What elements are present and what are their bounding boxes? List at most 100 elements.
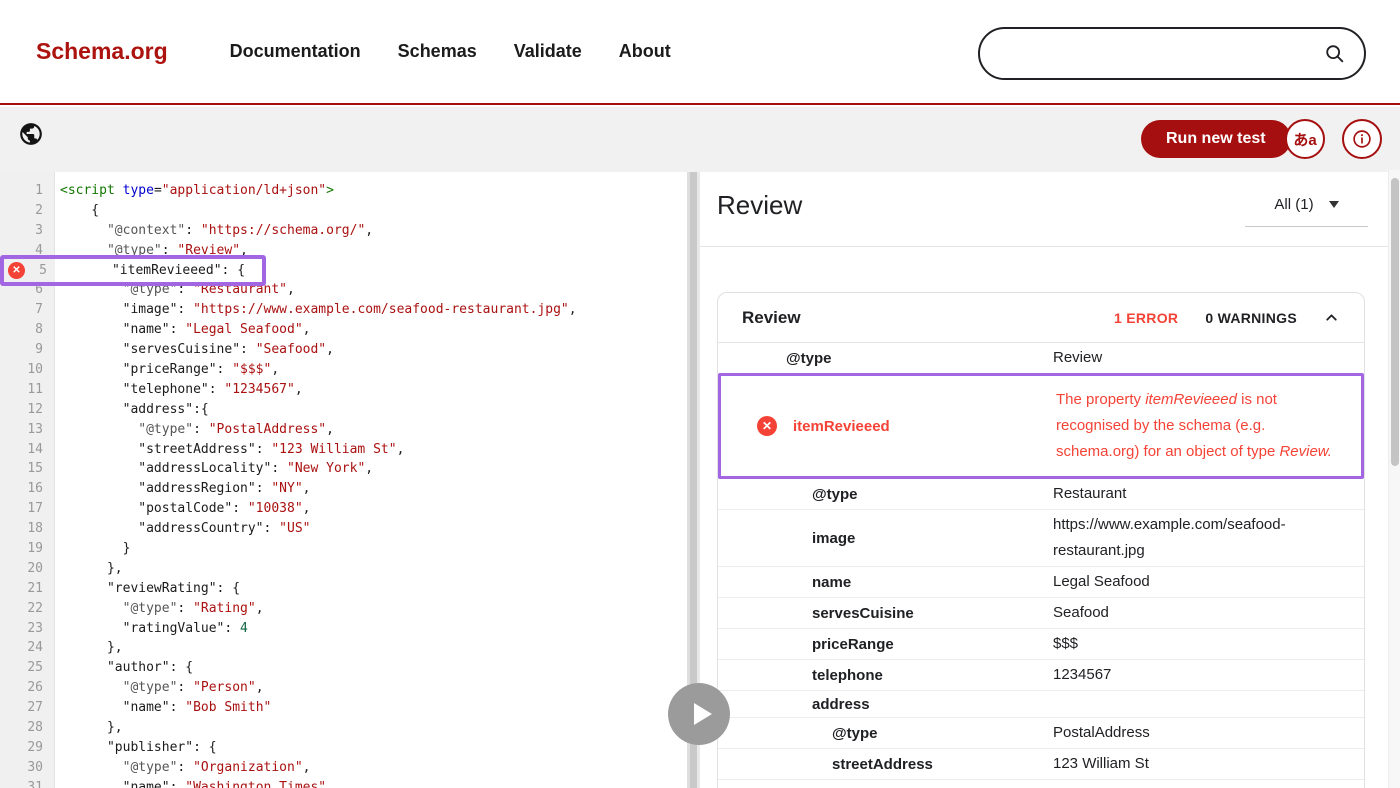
- code-line[interactable]: 1<script type="application/ld+json">: [0, 181, 687, 201]
- code-line[interactable]: 18 "addressCountry": "US": [0, 519, 687, 539]
- code-line[interactable]: 31 "name": "Washington Times": [0, 778, 687, 788]
- result-row: @typePostalAddress: [718, 717, 1364, 748]
- line-content: "name": "Bob Smith": [55, 698, 271, 718]
- line-content: "postalCode": "10038",: [55, 499, 310, 519]
- schema-org-logo[interactable]: Schema.org: [36, 38, 168, 65]
- schema-validator-screen: Schema.org Documentation Schemas Validat…: [0, 0, 1400, 788]
- collapse-card-button[interactable]: [1323, 309, 1340, 326]
- line-content: "@context": "https://schema.org/",: [55, 221, 373, 241]
- code-line[interactable]: 8 "name": "Legal Seafood",: [0, 320, 687, 340]
- line-number: 20: [0, 559, 55, 579]
- code-line[interactable]: 25 "author": {: [0, 658, 687, 678]
- error-line-content: "itemRevieeed": {: [55, 259, 262, 282]
- code-line[interactable]: 27 "name": "Bob Smith": [0, 698, 687, 718]
- line-number: 21: [0, 579, 55, 599]
- result-card-title: Review: [742, 308, 1114, 328]
- line-content: "image": "https://www.example.com/seafoo…: [55, 300, 577, 320]
- line-content: }: [55, 539, 130, 559]
- info-icon[interactable]: [1342, 119, 1382, 159]
- nav-link-schemas[interactable]: Schemas: [398, 41, 477, 62]
- nav-link-validate[interactable]: Validate: [514, 41, 582, 62]
- run-new-test-button[interactable]: Run new test: [1141, 120, 1291, 158]
- play-button[interactable]: [668, 683, 730, 745]
- scrollbar[interactable]: [1388, 170, 1400, 788]
- code-line[interactable]: 17 "postalCode": "10038",: [0, 499, 687, 519]
- line-number: 3: [0, 221, 55, 241]
- line-number: 8: [0, 320, 55, 340]
- error-property-name: itemRevieeed: [793, 418, 890, 435]
- property-value: https://www.example.com/seafood-restaura…: [1053, 510, 1364, 566]
- search-box[interactable]: [978, 27, 1366, 80]
- code-lines: 1<script type="application/ld+json">2 {3…: [0, 181, 687, 788]
- code-line[interactable]: 9 "servesCuisine": "Seafood",: [0, 340, 687, 360]
- code-line[interactable]: 24 },: [0, 638, 687, 658]
- code-line[interactable]: 14 "streetAddress": "123 William St",: [0, 440, 687, 460]
- code-line[interactable]: 16 "addressRegion": "NY",: [0, 479, 687, 499]
- line-content: "servesCuisine": "Seafood",: [55, 340, 334, 360]
- code-line[interactable]: 11 "telephone": "1234567",: [0, 380, 687, 400]
- property-name: address: [718, 696, 1053, 713]
- code-line[interactable]: 12 "address":{: [0, 400, 687, 420]
- line-content: "address":{: [55, 400, 209, 420]
- results-panel: Review All (1) Review 1 ERROR 0 WARNINGS…: [700, 172, 1388, 788]
- filter-dropdown[interactable]: All (1): [1245, 196, 1368, 227]
- error-icon: ✕: [757, 416, 777, 436]
- property-name: @type: [718, 350, 1053, 367]
- code-line[interactable]: 21 "reviewRating": {: [0, 579, 687, 599]
- result-row: servesCuisineSeafood: [718, 597, 1364, 628]
- top-nav: Schema.org Documentation Schemas Validat…: [0, 0, 1400, 105]
- line-content: "addressLocality": "New York",: [55, 459, 373, 479]
- code-line[interactable]: 30 "@type": "Organization",: [0, 758, 687, 778]
- code-editor[interactable]: 1<script type="application/ld+json">2 {3…: [0, 172, 687, 788]
- code-line[interactable]: 29 "publisher": {: [0, 738, 687, 758]
- line-content: "name": "Washington Times": [55, 778, 326, 788]
- property-value: 123 William St: [1053, 749, 1364, 779]
- line-number: 29: [0, 738, 55, 758]
- code-line[interactable]: 19 }: [0, 539, 687, 559]
- result-row: nameLegal Seafood: [718, 566, 1364, 597]
- line-content: "telephone": "1234567",: [55, 380, 303, 400]
- result-row: telephone1234567: [718, 659, 1364, 690]
- line-content: {: [55, 201, 99, 221]
- dropdown-arrow-icon: [1329, 201, 1339, 208]
- property-value: Restaurant: [1053, 479, 1364, 509]
- search-icon[interactable]: [1324, 43, 1346, 65]
- code-line[interactable]: 7 "image": "https://www.example.com/seaf…: [0, 300, 687, 320]
- warning-count-badge: 0 WARNINGS: [1205, 310, 1297, 326]
- line-content: "itemRevieeed": {: [60, 263, 245, 278]
- chevron-up-icon: [1323, 309, 1340, 326]
- code-line[interactable]: 28 },: [0, 718, 687, 738]
- line-content: "addressRegion": "NY",: [55, 479, 310, 499]
- code-line[interactable]: 23 "ratingValue": 4: [0, 619, 687, 639]
- code-line[interactable]: 10 "priceRange": "$$$",: [0, 360, 687, 380]
- line-content: "streetAddress": "123 William St",: [55, 440, 404, 460]
- code-line[interactable]: 22 "@type": "Rating",: [0, 599, 687, 619]
- nav-link-documentation[interactable]: Documentation: [230, 41, 361, 62]
- review-result-card: Review 1 ERROR 0 WARNINGS @type Review ✕ it…: [717, 292, 1365, 788]
- line-content: "@type": "Organization",: [55, 758, 310, 778]
- code-line[interactable]: 20 },: [0, 559, 687, 579]
- search-input[interactable]: [980, 45, 1324, 63]
- language-icon[interactable]: あa: [1285, 119, 1325, 159]
- result-row: imagehttps://www.example.com/seafood-res…: [718, 509, 1364, 566]
- code-line[interactable]: 3 "@context": "https://schema.org/",: [0, 221, 687, 241]
- line-content: "priceRange": "$$$",: [55, 360, 279, 380]
- error-message: The property itemRevieeed is not recogni…: [1056, 376, 1361, 476]
- line-number: 31: [0, 778, 55, 788]
- property-name: servesCuisine: [718, 605, 1053, 622]
- result-card-header: Review 1 ERROR 0 WARNINGS: [718, 293, 1364, 343]
- code-line[interactable]: 2 {: [0, 201, 687, 221]
- nav-link-about[interactable]: About: [619, 41, 671, 62]
- property-name: streetAddress: [718, 756, 1053, 773]
- property-name: name: [718, 574, 1053, 591]
- line-content: "reviewRating": {: [55, 579, 240, 599]
- code-line[interactable]: 15 "addressLocality": "New York",: [0, 459, 687, 479]
- error-line-gutter: ✕5: [4, 259, 55, 282]
- property-value: Legal Seafood: [1053, 567, 1364, 597]
- scrollbar-thumb[interactable]: [1391, 178, 1399, 466]
- nav-links: Documentation Schemas Validate About: [230, 41, 671, 62]
- result-rows: @typeReview✕itemRevieeedThe property ite…: [718, 343, 1364, 788]
- code-line[interactable]: 26 "@type": "Person",: [0, 678, 687, 698]
- error-line-highlight[interactable]: ✕5 "itemRevieeed": {: [0, 255, 266, 286]
- code-line[interactable]: 13 "@type": "PostalAddress",: [0, 420, 687, 440]
